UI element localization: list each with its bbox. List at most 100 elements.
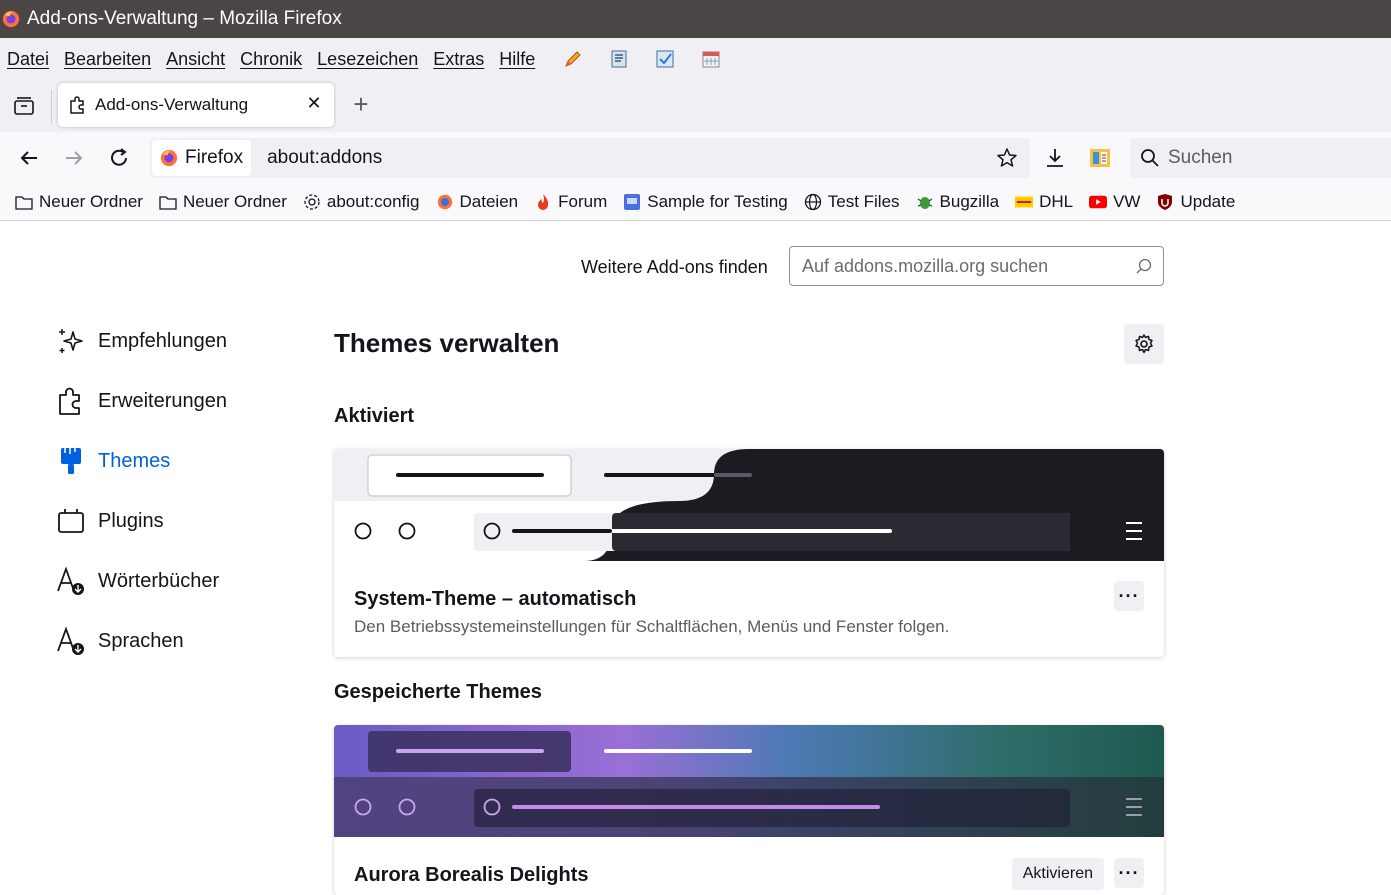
menu-bearbeiten[interactable]: Bearbeiten (64, 49, 151, 70)
menu-bar: Datei Bearbeiten Ansicht Chronik Lesezei… (0, 38, 1391, 80)
tab-strip-separator (51, 90, 52, 124)
amo-search-placeholder: Auf addons.mozilla.org suchen (802, 255, 1049, 276)
enable-theme-label: Aktivieren (1022, 865, 1093, 882)
flame-icon (534, 193, 552, 211)
bookmark-forum[interactable]: Forum (534, 192, 607, 212)
more-options-button[interactable]: ··· (1114, 858, 1144, 888)
brush-icon (56, 445, 86, 477)
search-bar[interactable]: Suchen (1130, 138, 1391, 178)
more-options-icon: ··· (1118, 862, 1140, 883)
category-extensions[interactable]: Erweiterungen (56, 385, 227, 417)
folder-icon (159, 193, 177, 211)
category-plugins[interactable]: Plugins (56, 505, 164, 537)
validator-icon[interactable] (654, 48, 676, 70)
globe-icon (804, 193, 822, 211)
section-saved-heading: Gespeicherte Themes (334, 681, 542, 703)
url-text[interactable]: about:addons (267, 147, 382, 169)
search-icon (1136, 258, 1152, 274)
plugin-icon (56, 505, 86, 537)
theme-preview-system (334, 449, 1164, 561)
theme-description: Den Betriebssystemeinstellungen für Scha… (354, 617, 950, 636)
identity-label: Firefox (185, 147, 244, 168)
addons-page: Weitere Add-ons finden Auf addons.mozill… (0, 221, 1391, 895)
bookmark-star-icon[interactable] (996, 147, 1018, 169)
bookmark-bugzilla[interactable]: Bugzilla (916, 192, 1000, 212)
bookmark-dhl[interactable]: DHL (1015, 192, 1073, 212)
firefox-icon (436, 193, 454, 211)
theme-preview-aurora (334, 725, 1164, 837)
gear-icon (1135, 334, 1153, 354)
bookmark-label: Test Files (827, 192, 900, 211)
tab-strip: Add-ons-Verwaltung ✕ + (0, 80, 1391, 132)
bookmark-dateien[interactable]: Dateien (436, 192, 518, 212)
puzzle-icon (70, 96, 84, 114)
menu-datei[interactable]: Datei (7, 49, 49, 70)
menu-lesezeichen[interactable]: Lesezeichen (317, 49, 418, 70)
page-icon (623, 193, 641, 211)
bookmark-label: Forum (558, 192, 608, 211)
sparkle-icon (56, 325, 86, 357)
menu-ansicht[interactable]: Ansicht (166, 49, 225, 70)
category-label: Plugins (98, 509, 164, 532)
firefox-logo-icon (2, 10, 20, 28)
back-arrow-icon[interactable] (17, 146, 41, 170)
category-languages[interactable]: Sprachen (56, 625, 184, 657)
menu-chronik[interactable]: Chronik (240, 49, 302, 70)
more-options-button[interactable]: ··· (1114, 581, 1144, 611)
calendar-grid-icon[interactable] (700, 48, 722, 70)
extension-toolbar-icon[interactable] (1088, 146, 1112, 170)
bookmark-about-config[interactable]: about:config (303, 192, 420, 212)
search-icon (1141, 149, 1159, 167)
category-label: Wörterbücher (98, 569, 220, 592)
new-tab-button[interactable]: + (350, 91, 372, 117)
menu-hilfe[interactable]: Hilfe (499, 49, 535, 70)
bookmarks-toolbar: Neuer Ordner Neuer Ordner about:config D… (0, 184, 1391, 221)
bookmark-test-files[interactable]: Test Files (804, 192, 900, 212)
url-bar[interactable]: Firefox about:addons (150, 138, 1030, 178)
theme-card-aurora[interactable]: Aurora Borealis Delights Aktivieren ··· (334, 725, 1164, 895)
theme-name: Aurora Borealis Delights (354, 864, 589, 886)
category-recommendations[interactable]: Empfehlungen (56, 325, 227, 357)
section-enabled-heading: Aktiviert (334, 405, 415, 427)
page-title: Themes verwalten (334, 328, 560, 358)
category-dictionaries[interactable]: Wörterbücher (56, 565, 219, 597)
reload-icon[interactable] (107, 146, 131, 170)
close-tab-icon[interactable]: ✕ (306, 94, 322, 112)
bug-icon (916, 193, 934, 211)
find-addons-label: Weitere Add-ons finden (581, 257, 768, 277)
amo-search-input[interactable]: Auf addons.mozilla.org suchen (789, 246, 1164, 286)
bookmark-update[interactable]: Update (1156, 192, 1235, 212)
forward-arrow-icon[interactable] (62, 146, 86, 170)
bookmark-label: DHL (1039, 192, 1074, 211)
tab-addons-manager[interactable]: Add-ons-Verwaltung ✕ (58, 83, 334, 127)
enable-theme-button[interactable]: Aktivieren (1011, 858, 1104, 890)
bookmark-label: about:config (326, 192, 420, 211)
window-titlebar: Add-ons-Verwaltung – Mozilla Firefox (0, 0, 1391, 38)
category-themes[interactable]: Themes (56, 445, 170, 477)
youtube-icon (1089, 193, 1108, 211)
dhl-icon (1015, 193, 1034, 211)
dictionary-icon (56, 565, 86, 597)
bookmark-vw[interactable]: VW (1089, 192, 1140, 212)
identity-box[interactable]: Firefox (152, 140, 252, 176)
bookmark-label: Neuer Ordner (39, 192, 143, 211)
language-icon (56, 625, 86, 657)
bookmark-folder-1[interactable]: Neuer Ordner (15, 192, 143, 212)
document-tool-icon[interactable] (608, 48, 630, 70)
bookmark-folder-2[interactable]: Neuer Ordner (159, 192, 287, 212)
gear-icon (303, 193, 321, 211)
category-label: Erweiterungen (98, 389, 227, 412)
pencil-icon[interactable] (562, 48, 584, 70)
theme-name: System-Theme – automatisch (354, 588, 637, 610)
bookmark-label: Bugzilla (939, 192, 1000, 211)
search-placeholder: Suchen (1168, 147, 1233, 168)
menu-extras[interactable]: Extras (433, 49, 484, 70)
shield-icon (1156, 193, 1174, 211)
window-title: Add-ons-Verwaltung – Mozilla Firefox (27, 8, 342, 29)
tools-menu-button[interactable] (1124, 324, 1164, 364)
puzzle-icon (56, 385, 86, 417)
tab-list-icon[interactable] (12, 95, 36, 117)
download-icon[interactable] (1043, 146, 1067, 170)
bookmark-sample-testing[interactable]: Sample for Testing (623, 192, 788, 212)
theme-card-system[interactable]: System-Theme – automatisch Den Betriebss… (334, 449, 1164, 657)
